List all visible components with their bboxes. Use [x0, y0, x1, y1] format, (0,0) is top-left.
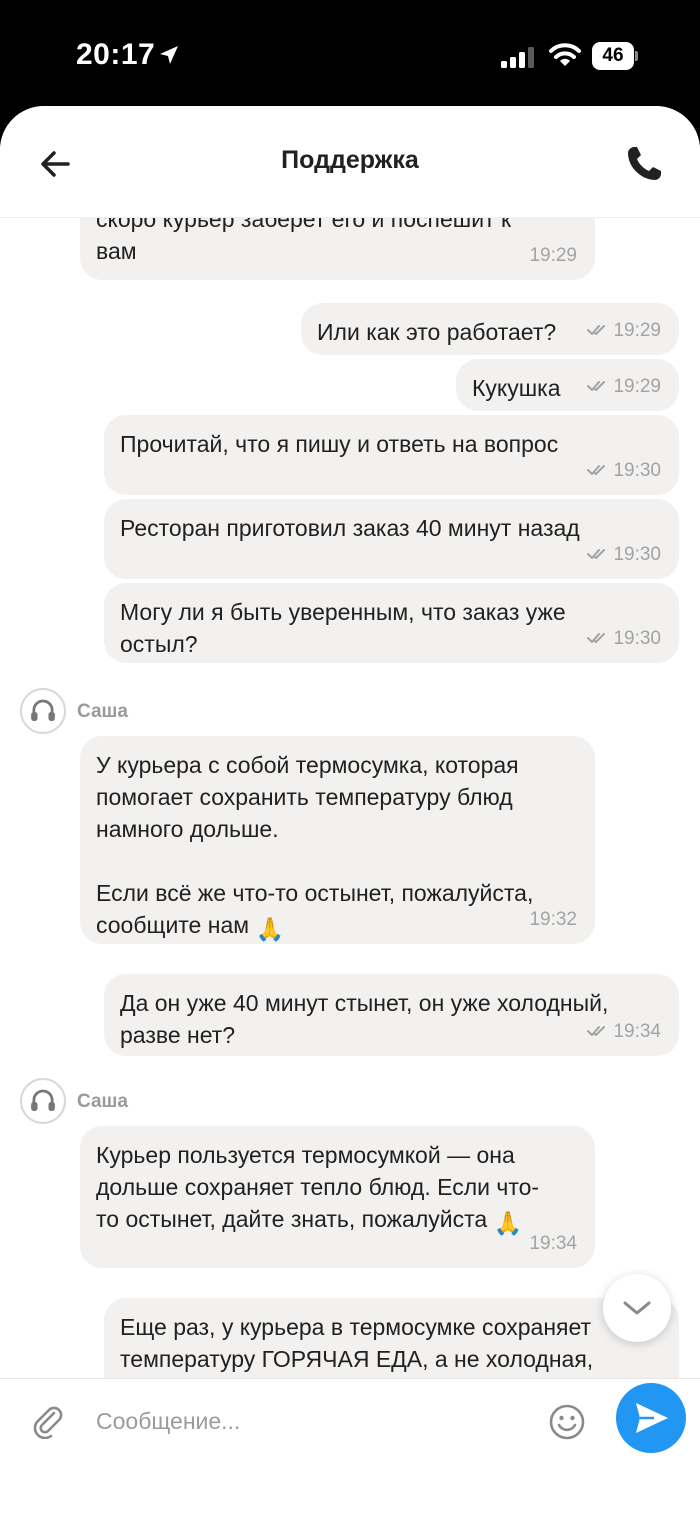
message-text: скоро курьер заберет его и поспешит к ва… — [96, 218, 512, 264]
incoming-message: У курьера с собой термосумка, которая по… — [80, 736, 595, 944]
double-check-icon — [587, 1026, 606, 1036]
battery-icon: 46 — [592, 42, 638, 70]
pray-emoji: 🙏 — [493, 1210, 523, 1236]
message-input[interactable] — [96, 1403, 526, 1439]
double-check-icon — [587, 465, 606, 475]
scroll-to-bottom-button[interactable] — [603, 1274, 671, 1342]
message-text: Да он уже 40 минут стынет, он уже холодн… — [120, 990, 609, 1048]
message-time: 19:34 — [529, 1233, 577, 1254]
pray-emoji: 🙏 — [255, 916, 285, 942]
send-icon — [636, 1403, 668, 1433]
message-text: Курьер пользуется термосумкой — она доль… — [96, 1139, 579, 1239]
message-text: Еще раз, у курьера в термосумке сохраняе… — [120, 1314, 594, 1372]
page-title: Поддержка — [281, 146, 419, 174]
message-time: 19:34 — [613, 1021, 661, 1042]
double-check-icon — [587, 549, 606, 559]
message-text-body: У курьера с собой термосумка, которая по… — [96, 752, 534, 938]
message-time: 19:30 — [613, 628, 661, 649]
outgoing-message: Да он уже 40 минут стынет, он уже холодн… — [104, 974, 679, 1056]
outgoing-message: Или как это работает? 19:29 — [301, 303, 679, 355]
status-bar: 20:17 46 — [0, 0, 700, 108]
double-check-icon — [587, 633, 606, 643]
message-composer — [0, 1378, 700, 1522]
battery-level: 46 — [592, 42, 634, 70]
message-text: Прочитай, что я пишу и ответь на вопрос — [120, 431, 559, 457]
message-time: 19:29 — [613, 376, 661, 397]
agent-name: Саша — [77, 701, 128, 722]
send-button[interactable] — [616, 1383, 686, 1453]
agent-name: Саша — [77, 1091, 128, 1112]
double-check-icon — [587, 325, 606, 335]
paperclip-icon[interactable] — [30, 1403, 66, 1439]
message-text: Могу ли я быть уверенным, что заказ уже … — [120, 599, 566, 657]
smiley-icon[interactable] — [548, 1403, 586, 1441]
outgoing-message: Ресторан приготовил заказ 40 минут назад… — [104, 499, 679, 579]
headset-icon — [20, 688, 66, 734]
phone-icon[interactable] — [622, 142, 666, 186]
status-time: 20:17 — [76, 38, 156, 71]
message-time: 19:32 — [529, 909, 577, 930]
outgoing-message: Прочитай, что я пишу и ответь на вопрос … — [104, 415, 679, 495]
incoming-message: Курьер пользуется термосумкой — она доль… — [80, 1126, 595, 1268]
message-time: 19:30 — [613, 544, 661, 565]
message-list[interactable]: скоро курьер заберет его и поспешит к ва… — [0, 218, 700, 1378]
incoming-message: скоро курьер заберет его и поспешит к ва… — [80, 218, 595, 280]
support-chat-screen: Поддержка скоро курьер заберет его и пос… — [0, 106, 700, 1522]
message-text: Ресторан приготовил заказ 40 минут назад — [120, 515, 580, 541]
double-check-icon — [587, 381, 606, 391]
message-text-body: Курьер пользуется термосумкой — она доль… — [96, 1142, 540, 1232]
message-time: 19:30 — [613, 460, 661, 481]
wifi-icon — [549, 43, 581, 66]
outgoing-message: Могу ли я быть уверенным, что заказ уже … — [104, 583, 679, 663]
outgoing-message: Еще раз, у курьера в термосумке сохраняе… — [104, 1298, 679, 1378]
cellular-signal-icon — [501, 47, 534, 68]
header: Поддержка — [0, 106, 700, 218]
outgoing-message: Кукушка 19:29 — [456, 359, 679, 411]
location-arrow-icon — [160, 46, 178, 64]
message-text: У курьера с собой термосумка, которая по… — [96, 749, 579, 945]
message-time: 19:29 — [613, 320, 661, 341]
headset-icon — [20, 1078, 66, 1124]
chevron-down-icon — [623, 1301, 651, 1315]
message-time: 19:29 — [529, 245, 577, 266]
